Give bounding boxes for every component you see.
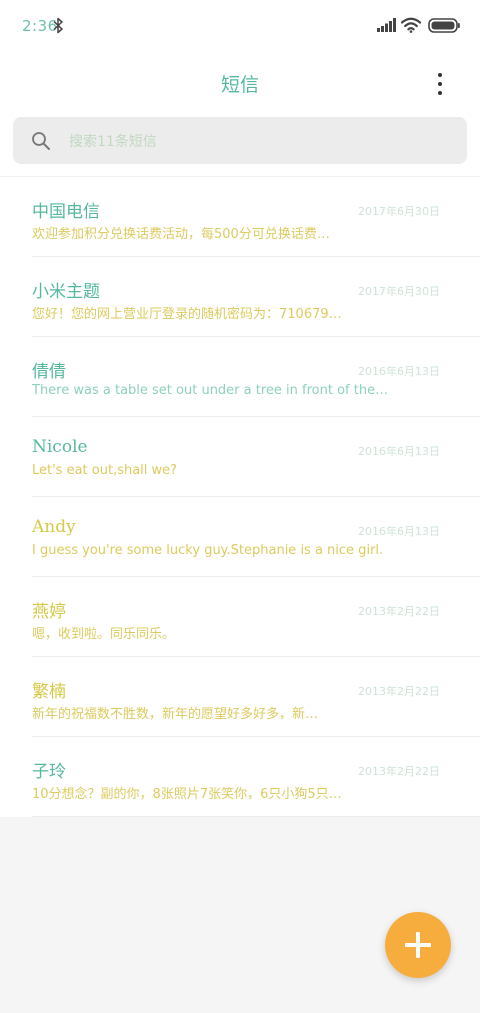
message-preview: 您好！您的网上营业厅登录的随机密码为：710679… xyxy=(32,307,342,322)
status-bar: 2:36 xyxy=(0,0,480,52)
contact-name: 繁楠 xyxy=(32,682,66,702)
contact-name: Nicole xyxy=(32,437,88,457)
message-time: 2016年6月13日 xyxy=(358,365,440,378)
message-preview: There was a table set out under a tree i… xyxy=(32,383,392,398)
message-preview: 嗯，收到啦。同乐同乐。 xyxy=(32,627,176,642)
contact-name: Andy xyxy=(32,517,76,537)
message-preview: 10分想念？副的你，8张照片7张笑你，6只小狗5只… xyxy=(32,787,342,802)
page-title: 短信 xyxy=(220,74,259,96)
message-time: 2017年6月30日 xyxy=(358,285,440,298)
contact-name: 子玲 xyxy=(32,762,66,782)
message-preview: Let's eat out,shall we? xyxy=(32,463,178,478)
contact-name: 中国电信 xyxy=(32,202,100,222)
contact-name: 小米主题 xyxy=(32,282,100,302)
signal-icon xyxy=(377,18,396,32)
contact-name: 燕婷 xyxy=(32,602,66,622)
conversation-item[interactable]: 倩倩 2016年6月13日 There was a table set out … xyxy=(0,337,480,417)
contact-name: 倩倩 xyxy=(32,362,66,382)
message-time: 2017年6月30日 xyxy=(358,205,440,218)
message-preview: 欢迎参加积分兑换话费活动，每500分可兑换话费… xyxy=(32,227,330,242)
conversation-item[interactable]: 燕婷 2013年2月22日 嗯，收到啦。同乐同乐。 xyxy=(0,577,480,657)
conversation-item[interactable]: Nicole 2016年6月13日 Let's eat out,shall we… xyxy=(0,417,480,497)
message-preview: 新年的祝福数不胜数，新年的愿望好多好多，新… xyxy=(32,707,319,722)
more-vertical-icon-dot xyxy=(438,91,442,95)
wifi-icon xyxy=(401,17,421,33)
more-options-button[interactable] xyxy=(428,70,452,98)
message-time: 2016年6月13日 xyxy=(358,445,440,458)
search-input[interactable] xyxy=(67,127,451,157)
bluetooth-icon xyxy=(53,17,63,34)
more-vertical-icon-dot xyxy=(438,82,442,86)
conversation-item[interactable]: Andy 2016年6月13日 I guess you're some luck… xyxy=(0,497,480,577)
new-message-button[interactable] xyxy=(385,912,451,978)
conversation-item[interactable]: 中国电信 2017年6月30日 欢迎参加积分兑换话费活动，每500分可兑换话费… xyxy=(0,177,480,257)
message-time: 2016年6月13日 xyxy=(358,525,440,538)
messages-app: 2:36 短信 搜索11条短信 中国电信 2017年6月30日 欢迎参加积分兑换… xyxy=(0,0,480,1013)
message-time: 2013年2月22日 xyxy=(358,685,440,698)
conversation-item[interactable]: 子玲 2013年2月22日 10分想念？副的你，8张照片7张笑你，6只小狗5只… xyxy=(0,737,480,817)
battery-icon xyxy=(428,18,460,33)
message-preview: I guess you're some lucky guy.Stephanie … xyxy=(32,543,384,558)
conversation-list: 中国电信 2017年6月30日 欢迎参加积分兑换话费活动，每500分可兑换话费…… xyxy=(0,177,480,817)
conversation-item[interactable]: 小米主题 2017年6月30日 您好！您的网上营业厅登录的随机密码为：71067… xyxy=(0,257,480,337)
message-time: 2013年2月22日 xyxy=(358,765,440,778)
search-bar[interactable] xyxy=(13,117,467,164)
conversation-item[interactable]: 繁楠 2013年2月22日 新年的祝福数不胜数，新年的愿望好多好多，新… xyxy=(0,657,480,737)
message-time: 2013年2月22日 xyxy=(358,605,440,618)
more-vertical-icon xyxy=(438,73,442,77)
search-icon xyxy=(32,132,50,150)
plus-icon-bar xyxy=(416,932,420,958)
